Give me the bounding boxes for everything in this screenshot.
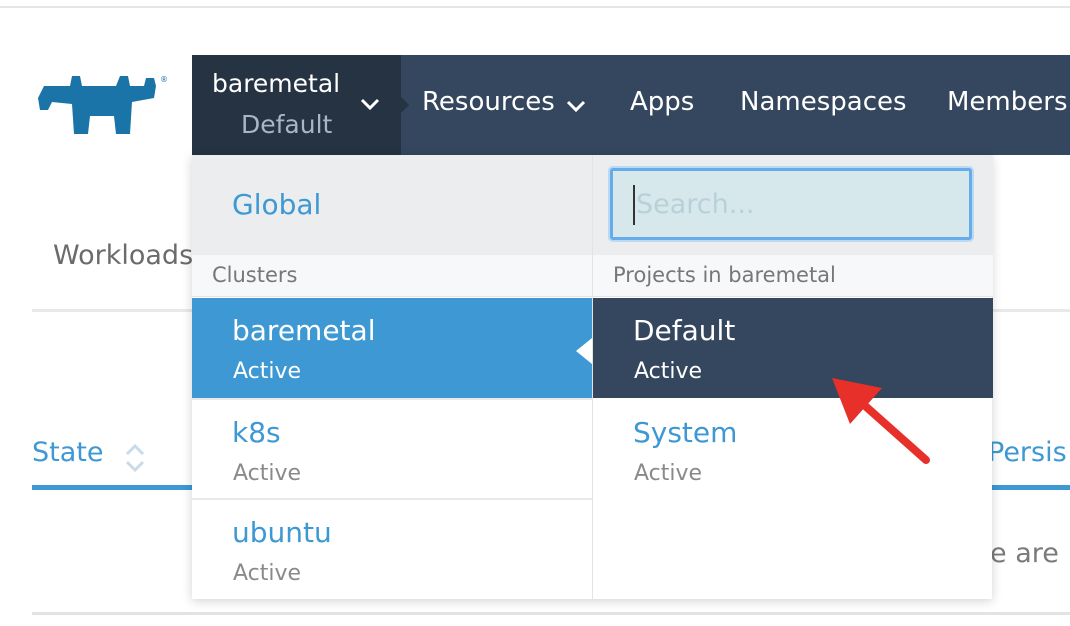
sort-icon[interactable]: [123, 442, 147, 474]
cluster-name: baremetal: [232, 314, 376, 347]
cluster-status: Active: [233, 359, 302, 384]
cluster-status: Active: [233, 561, 302, 586]
empty-table-message: e are: [990, 538, 1059, 569]
cluster-item-k8s[interactable]: k8s Active: [192, 398, 592, 498]
nav-resources[interactable]: Resources: [422, 87, 555, 117]
clusters-panel: Global Clusters baremetal Active k8s Act…: [192, 155, 592, 599]
project-name: Default: [633, 314, 736, 347]
nav-namespaces[interactable]: Namespaces: [740, 87, 907, 117]
nav-members[interactable]: Members: [947, 87, 1068, 117]
selection-pointer: [576, 338, 592, 364]
search-area: [593, 155, 993, 255]
projects-header-label: Projects in baremetal: [613, 263, 836, 287]
global-link[interactable]: Global: [192, 155, 592, 255]
cluster-name: k8s: [232, 416, 281, 449]
svg-text:®: ®: [160, 75, 168, 84]
project-status: Active: [634, 359, 703, 384]
column-header-persistent[interactable]: Persis: [988, 437, 1067, 468]
cluster-status: Active: [233, 461, 302, 486]
text-caret: [633, 185, 635, 225]
chevron-down-icon: [360, 98, 380, 111]
top-border: [0, 6, 1070, 8]
table-footer-line: [32, 612, 1070, 615]
switcher-notch: [401, 97, 409, 113]
projects-header: Projects in baremetal: [593, 255, 993, 297]
current-project-name: Default: [241, 110, 333, 139]
top-nav: baremetal Default Resources Apps Namespa…: [192, 55, 1070, 155]
current-cluster-name: baremetal: [212, 69, 341, 98]
clusters-header: Clusters: [192, 255, 592, 297]
chevron-down-icon: [566, 100, 586, 113]
project-name: System: [633, 416, 738, 449]
global-label: Global: [232, 188, 322, 221]
nav-apps[interactable]: Apps: [630, 87, 694, 117]
cluster-item-ubuntu[interactable]: ubuntu Active: [192, 498, 592, 598]
tab-workloads[interactable]: Workloads: [53, 240, 193, 271]
project-status: Active: [634, 461, 703, 486]
rancher-logo[interactable]: ®: [32, 72, 172, 136]
column-header-state[interactable]: State: [32, 437, 103, 468]
annotation-arrow-icon: [832, 378, 930, 464]
search-input[interactable]: [610, 168, 972, 240]
clusters-header-label: Clusters: [212, 263, 298, 287]
cluster-item-baremetal[interactable]: baremetal Active: [192, 298, 592, 398]
cluster-name: ubuntu: [232, 516, 332, 549]
cluster-project-switcher[interactable]: baremetal Default: [192, 55, 401, 155]
